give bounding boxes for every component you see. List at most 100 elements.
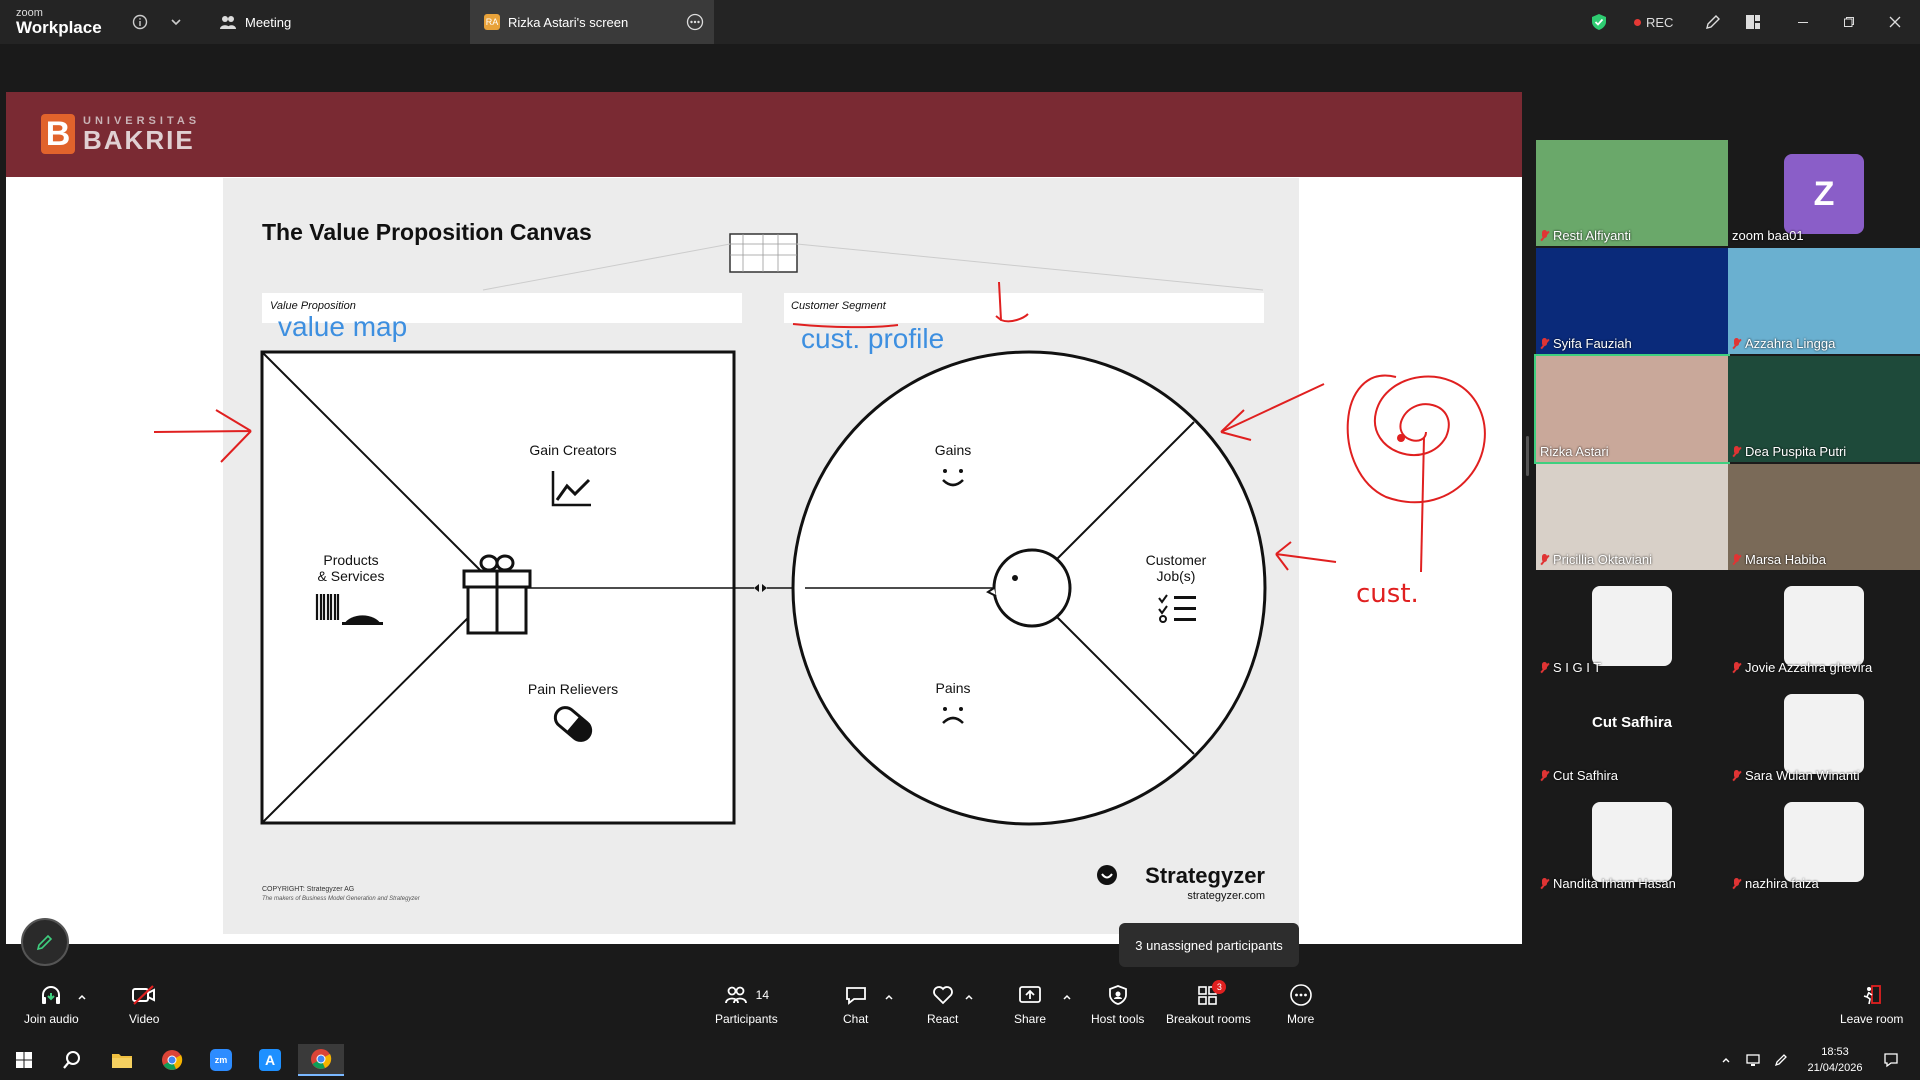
host-tools-button[interactable]: Host tools [1091,982,1144,1026]
cs-label: Customer Segment [791,300,887,312]
strategyzer-wordmark: Strategyzer [1145,863,1265,888]
leave-door-icon [1860,982,1884,1008]
search-icon[interactable] [52,1044,92,1076]
info-icon[interactable] [132,0,148,44]
video-button[interactable]: Video [129,982,159,1026]
participant-name-tag: Pricillia Oktaviani [1540,552,1652,567]
participant-name-tag: Rizka Astari [1540,444,1609,459]
participant-tile[interactable]: Jovie Azzahra ghevira [1728,572,1920,678]
minimize-icon[interactable] [1797,0,1809,44]
annotation-value-map: value map [278,311,407,342]
restore-icon[interactable] [1843,0,1855,44]
file-explorer-icon[interactable] [102,1044,142,1076]
windows-start-icon[interactable] [4,1044,44,1076]
pen-tray-icon[interactable] [1768,1044,1794,1076]
participant-tile[interactable]: Pricillia Oktaviani [1536,464,1728,570]
chat-options-chevron-icon[interactable] [884,992,894,1002]
avatar: Z [1784,154,1864,234]
video-label: Video [129,1012,160,1026]
mic-muted-icon [1732,445,1741,458]
audio-options-chevron-icon[interactable] [77,992,87,1002]
rec-label: REC [1646,14,1674,30]
mic-muted-icon [1732,769,1741,782]
participant-name: Nandita Irham Hasan [1553,876,1676,891]
mic-muted-icon [1540,337,1549,350]
tab-meeting[interactable]: Meeting [205,0,305,44]
annotate-pencil-icon[interactable] [1704,0,1722,44]
participant-name-tag: Azzahra Lingga [1732,336,1835,351]
share-options-chevron-icon[interactable] [1062,992,1072,1002]
university-banner: B UNIVERSITAS BAKRIE [6,92,1522,177]
participant-tile[interactable]: Syifa Fauziah [1536,248,1728,354]
participant-tile[interactable]: Sara Wulan Winanti [1728,680,1920,786]
react-button[interactable]: React [927,982,958,1026]
participant-tile[interactable]: Rizka Astari [1534,354,1730,464]
clock-date: 21/04/2026 [1807,1062,1863,1074]
leave-room-button[interactable]: Leave room [1840,982,1903,1026]
chat-icon [844,982,868,1008]
gains-label: Gains [935,442,972,458]
chrome-active-icon[interactable] [298,1044,344,1076]
participant-tile[interactable]: S I G I T [1536,572,1728,678]
breakout-rooms-button[interactable]: 3 Breakout rooms [1166,980,1251,1026]
chrome-icon[interactable] [152,1044,192,1076]
mic-muted-icon [1540,877,1549,890]
clock[interactable]: 18:53 21/04/2026 [1800,1044,1870,1076]
share-button[interactable]: Share [1014,982,1046,1026]
mic-muted-icon [1540,769,1549,782]
logo-big: Workplace [16,18,102,37]
network-icon[interactable] [1740,1044,1766,1076]
customer-jobs-line2: Job(s) [1157,568,1196,584]
strategyzer-logo-icon [1097,865,1117,885]
join-audio-button[interactable]: Join audio [24,982,79,1026]
participants-count: 14 [755,988,770,1002]
react-options-chevron-icon[interactable] [964,992,974,1002]
close-icon[interactable] [1889,0,1901,44]
more-button[interactable]: More [1287,982,1314,1026]
participant-name: Jovie Azzahra ghevira [1745,660,1873,675]
meeting-toolbar: Join audio Video 14 Participants Chat Re… [0,980,1920,1040]
zoom-app-icon[interactable]: zm [201,1044,241,1076]
app-a-icon[interactable]: A [250,1044,290,1076]
participant-tile[interactable]: Nandita Irham Hasan [1536,788,1728,894]
chat-button[interactable]: Chat [843,982,868,1026]
participant-tile[interactable]: Dea Puspita Putri [1728,356,1920,462]
join-audio-label: Join audio [24,1012,79,1026]
mic-muted-icon [1540,553,1549,566]
mic-muted-icon [1732,877,1741,890]
layout-view-icon[interactable] [1745,0,1761,44]
tab-screen-share[interactable]: RA Rizka Astari's screen [470,0,714,44]
participant-name-tag: S I G I T [1540,660,1601,675]
record-dot-icon [1634,18,1641,26]
gallery-resize-handle[interactable] [1526,436,1529,476]
gain-creators-label: Gain Creators [529,442,616,458]
avatar [1592,586,1672,666]
chevron-down-icon[interactable] [170,0,182,44]
tray-chevron-icon[interactable] [1716,1044,1736,1076]
annotate-pen-button[interactable] [21,918,69,966]
participant-tile[interactable]: Cut Safhira Cut Safhira [1536,680,1728,786]
mic-muted-icon [1732,553,1741,566]
participant-tile[interactable]: Marsa Habiba [1728,464,1920,570]
more-options-icon[interactable] [686,13,704,34]
chat-label: Chat [843,1012,869,1026]
products-line1: Products [323,552,378,568]
participant-name-tag: Jovie Azzahra ghevira [1732,660,1872,675]
bakrie-b-logo-icon: B [41,114,75,154]
recording-indicator[interactable]: REC [1634,0,1673,44]
participant-name: nazhira faiza [1745,876,1819,891]
university-logo: B UNIVERSITAS BAKRIE [41,114,200,154]
participant-tile[interactable]: Resti Alfiyanti [1536,140,1728,246]
copyright-line2: The makers of Business Model Generation … [262,896,421,902]
participants-button[interactable]: 14 Participants [715,982,778,1026]
notifications-icon[interactable] [1876,1044,1906,1076]
shield-icon[interactable] [1590,0,1608,44]
participant-name-tag: Nandita Irham Hasan [1540,876,1676,891]
participant-name: S I G I T [1553,660,1602,675]
participant-name: Cut Safhira [1553,768,1619,783]
participant-tile[interactable]: Azzahra Lingga [1728,248,1920,354]
participant-tile[interactable]: nazhira faiza [1728,788,1920,894]
participant-tile[interactable]: Zzoom baa01 [1728,140,1920,246]
participant-name-tag: nazhira faiza [1732,876,1819,891]
leave-room-label: Leave room [1840,1012,1904,1026]
